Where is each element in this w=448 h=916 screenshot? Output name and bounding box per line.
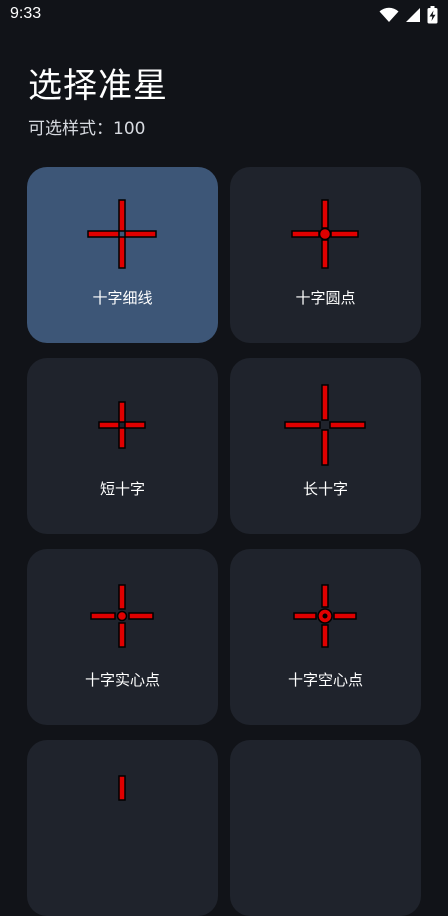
crosshair-label: 十字细线 xyxy=(92,289,153,307)
crosshair-long-cross-icon xyxy=(284,384,366,466)
battery-charging-icon xyxy=(427,6,438,24)
crosshair-round-dot-icon xyxy=(291,199,359,269)
crosshair-partial-icon xyxy=(118,775,126,801)
crosshair-hollow-dot-icon xyxy=(293,584,357,648)
crosshair-card-short-cross[interactable]: 短十字 xyxy=(27,358,218,534)
crosshair-card-thin-lines[interactable]: 十字细线 xyxy=(27,167,218,343)
wifi-icon xyxy=(379,7,399,22)
status-bar: 9:33 xyxy=(0,0,448,32)
crosshair-card-round-dot[interactable]: 十字圆点 xyxy=(230,167,421,343)
crosshair-label: 十字空心点 xyxy=(287,671,363,689)
crosshair-card-solid-dot[interactable]: 十字实心点 xyxy=(27,549,218,725)
style-count: 可选样式：100 xyxy=(28,119,146,139)
crosshair-short-cross-icon xyxy=(98,401,146,449)
crosshair-solid-dot-icon xyxy=(90,584,154,648)
crosshair-card-hollow-dot[interactable]: 十字空心点 xyxy=(230,549,421,725)
signal-icon xyxy=(406,8,420,22)
crosshair-card-8[interactable] xyxy=(230,740,421,916)
crosshair-label: 长十字 xyxy=(302,480,348,498)
crosshair-label: 十字圆点 xyxy=(295,289,356,307)
crosshair-label: 短十字 xyxy=(99,480,145,498)
crosshair-card-7[interactable] xyxy=(27,740,218,916)
crosshair-card-long-cross[interactable]: 长十字 xyxy=(230,358,421,534)
status-time: 9:33 xyxy=(10,5,42,22)
page-title: 选择准星 xyxy=(28,66,168,106)
crosshair-label: 十字实心点 xyxy=(84,671,160,689)
status-icons xyxy=(379,5,438,25)
crosshair-thin-lines-icon xyxy=(87,199,157,269)
